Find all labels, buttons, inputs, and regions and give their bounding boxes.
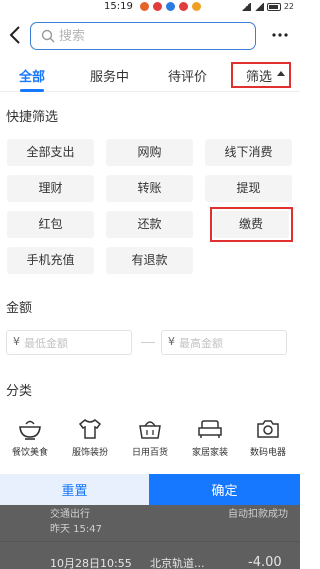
caret-up-icon (277, 71, 285, 76)
search-box[interactable] (30, 22, 256, 50)
search-icon (41, 29, 55, 43)
bg-status: 自动扣款成功 (228, 509, 288, 520)
chip-all-expense[interactable]: 全部支出 (7, 139, 94, 166)
dimmed-background-list: 交通出行 昨天 15:47 自动扣款成功 10月28日10:55 北京轨道...… (0, 505, 300, 569)
category-label: 日用百货 (131, 448, 168, 458)
app-notification-icon (179, 2, 188, 11)
chip-repayment[interactable]: 还款 (106, 211, 193, 238)
pay-bills-highlight-box (210, 207, 293, 242)
battery-level: 22 (283, 2, 294, 11)
chip-refunded[interactable]: 有退款 (106, 247, 193, 274)
app-notification-icon (166, 2, 175, 11)
chip-withdraw[interactable]: 提现 (205, 175, 292, 202)
status-bar: 15:19 22 (0, 0, 300, 16)
more-icon[interactable] (272, 28, 288, 42)
bg-merchant: 交通出行 (50, 509, 90, 520)
bg-date-next: 10月28日10:55 (50, 557, 132, 569)
max-amount-field[interactable]: ¥ (161, 330, 287, 355)
filter-panel: 快捷筛选 全部支出 网购 线下消费 理财 转账 提现 红包 还款 缴费 手机充值… (0, 92, 300, 474)
chip-finance[interactable]: 理财 (7, 175, 94, 202)
tab-to-review[interactable]: 待评价 (168, 66, 207, 85)
tab-all[interactable]: 全部 (19, 66, 45, 85)
min-amount-input[interactable] (24, 334, 124, 352)
signal-icon (240, 2, 251, 11)
category-food[interactable]: 餐饮美食 (0, 418, 60, 466)
header (0, 16, 300, 56)
chip-red-packet[interactable]: 红包 (7, 211, 94, 238)
reset-button[interactable]: 重置 (0, 474, 149, 505)
app-notification-icon (192, 2, 201, 11)
signal-icon (253, 2, 264, 11)
chip-phone-recharge[interactable]: 手机充值 (7, 247, 94, 274)
bg-merchant-next: 北京轨道... (150, 557, 205, 569)
notification-icons (140, 2, 201, 11)
category-label: 家居家装 (191, 448, 228, 458)
category-label: 餐饮美食 (11, 448, 48, 458)
tab-bar: 全部 服务中 待评价 筛选 (0, 56, 300, 92)
tab-filter[interactable]: 筛选 (246, 66, 272, 85)
shirt-icon (78, 419, 102, 439)
max-amount-input[interactable] (179, 334, 279, 352)
app-notification-icon (153, 2, 162, 11)
chip-offline[interactable]: 线下消费 (205, 139, 292, 166)
bg-date: 昨天 15:47 (50, 524, 102, 535)
app-notification-icon (140, 2, 149, 11)
chip-online-shopping[interactable]: 网购 (106, 139, 193, 166)
currency-symbol: ¥ (13, 335, 20, 348)
quick-filter-title: 快捷筛选 (6, 110, 59, 125)
battery-icon (266, 2, 281, 11)
chip-transfer[interactable]: 转账 (106, 175, 193, 202)
bowl-icon (19, 420, 41, 440)
range-separator (141, 342, 155, 343)
category-digital[interactable]: 数码电器 (238, 418, 298, 466)
amount-title: 金额 (6, 301, 33, 316)
back-arrow-icon[interactable] (6, 24, 26, 46)
min-amount-field[interactable]: ¥ (6, 330, 132, 355)
bg-amount-next: -4.00 (248, 555, 282, 569)
category-label: 数码电器 (249, 448, 286, 458)
camera-icon (257, 420, 279, 438)
category-label: 服饰装扮 (71, 448, 108, 458)
category-title: 分类 (6, 384, 33, 399)
basket-icon (139, 421, 161, 439)
tab-in-service[interactable]: 服务中 (90, 66, 129, 85)
search-input[interactable] (59, 27, 249, 45)
sofa-icon (198, 420, 222, 438)
category-home[interactable]: 家居家装 (180, 418, 240, 466)
status-time: 15:19 (104, 1, 133, 12)
category-clothing[interactable]: 服饰装扮 (60, 418, 120, 466)
category-daily[interactable]: 日用百货 (120, 418, 180, 466)
confirm-button[interactable]: 确定 (149, 474, 300, 505)
bg-divider (0, 541, 300, 542)
system-status: 22 (240, 2, 294, 11)
currency-symbol: ¥ (168, 335, 175, 348)
